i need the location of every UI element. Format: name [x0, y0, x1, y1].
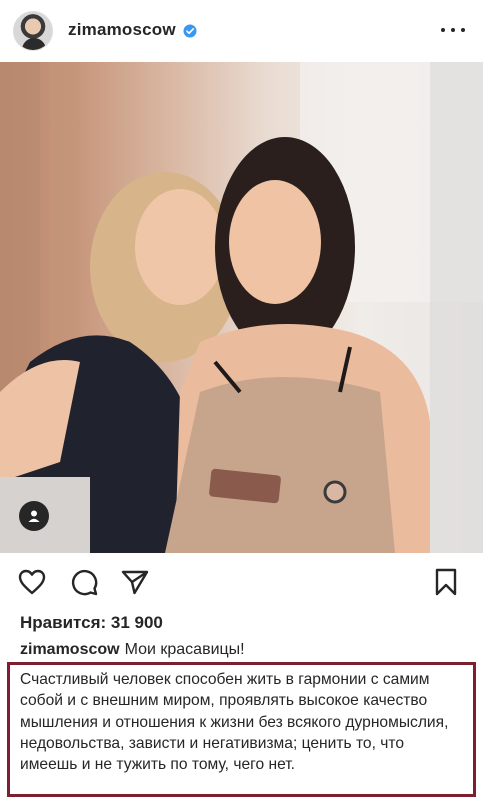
likes-number: 31 900	[110, 613, 163, 632]
share-icon[interactable]	[120, 567, 150, 597]
caption-text: Счастливый человек способен жить в гармо…	[20, 671, 449, 774]
caption-title: Мои красавицы!	[124, 641, 245, 658]
more-options-icon[interactable]	[441, 20, 465, 40]
comment-icon[interactable]	[69, 567, 99, 597]
action-bar	[0, 553, 483, 609]
user-tag-icon[interactable]	[19, 501, 49, 531]
caption-username[interactable]: zimamoscow	[20, 641, 120, 658]
verified-badge-icon	[183, 24, 197, 38]
likes-count[interactable]: Нравится: 31 900	[20, 613, 163, 633]
post-header: zimamoscow	[0, 0, 483, 62]
caption-highlight-box: Счастливый человек способен жить в гармо…	[7, 662, 476, 797]
photo-illustration	[0, 62, 483, 553]
post-photo[interactable]	[0, 62, 483, 553]
bookmark-icon[interactable]	[431, 567, 461, 597]
heart-icon[interactable]	[17, 567, 47, 597]
likes-label: Нравится:	[20, 613, 107, 632]
avatar[interactable]	[13, 11, 53, 51]
caption-header: zimamoscow Мои красавицы!	[20, 641, 245, 659]
post-username[interactable]: zimamoscow	[68, 20, 176, 40]
